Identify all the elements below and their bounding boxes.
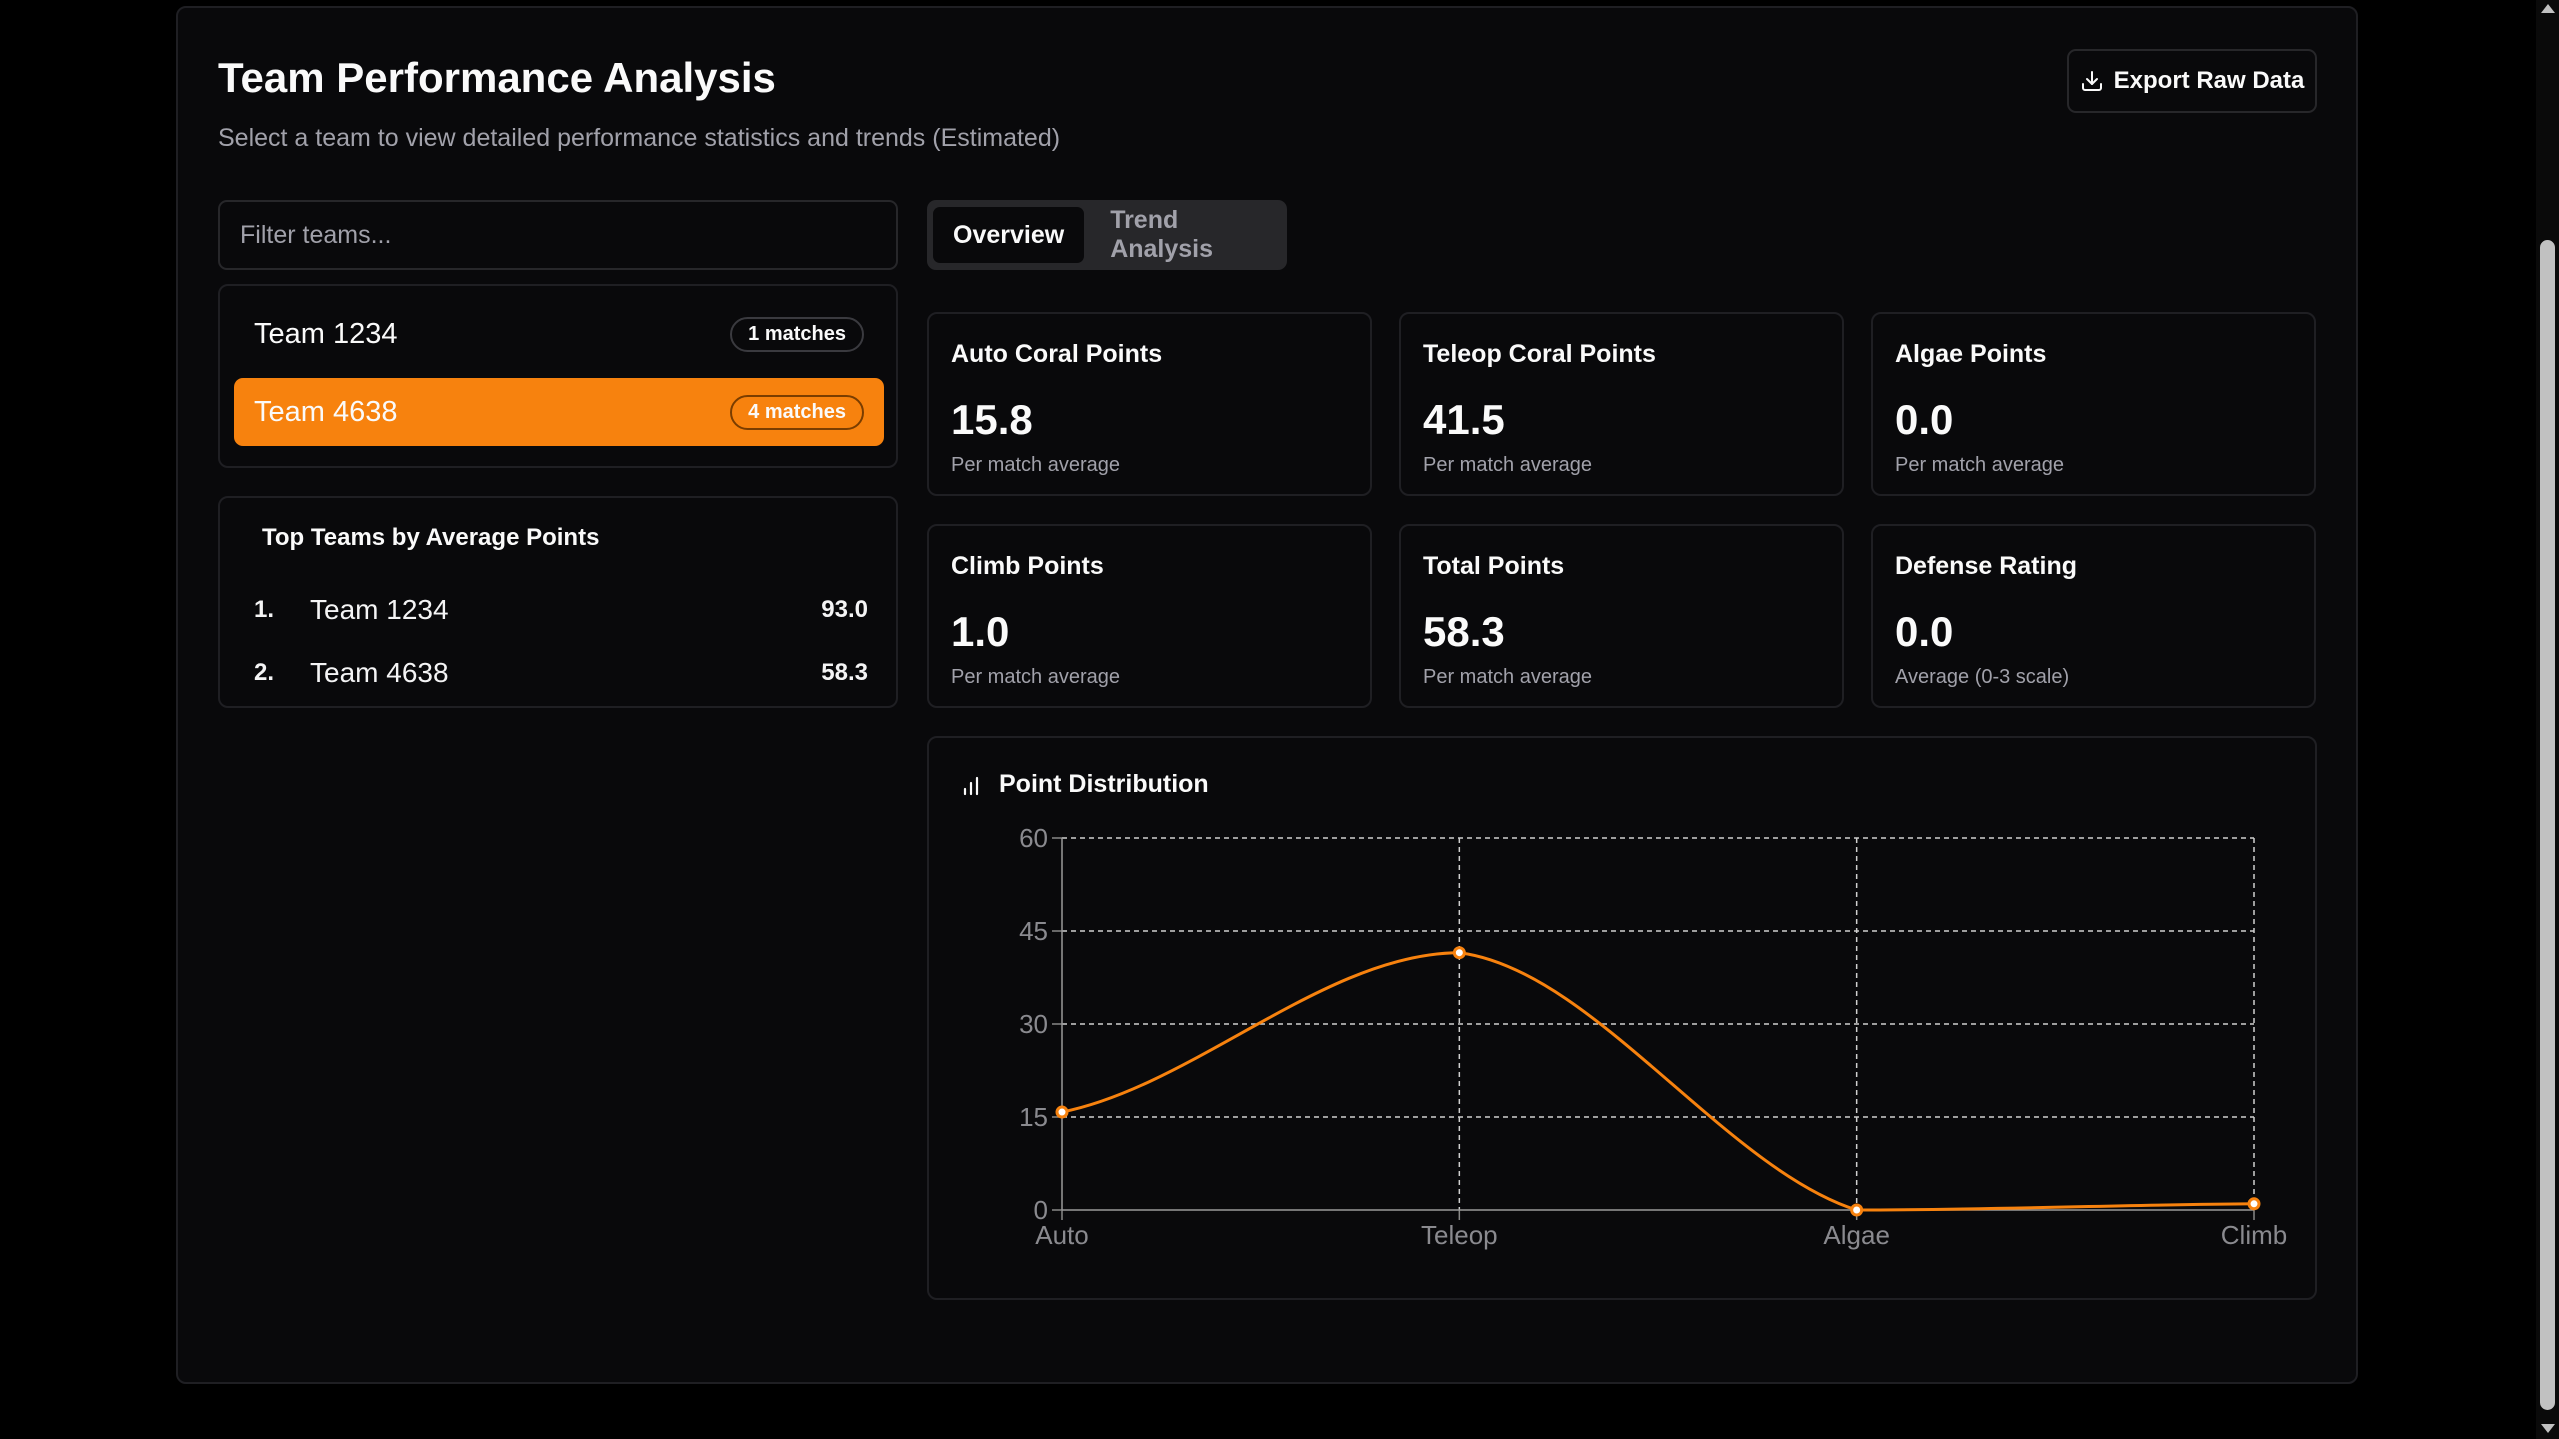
data-point [2247,1197,2261,1211]
match-count-badge: 1 matches [730,316,864,352]
download-icon [2081,71,2102,91]
ranking-row: 2. Team 4638 58.3 [254,653,868,693]
stat-label: Algae Points [1895,340,2047,368]
stat-card-defense: Defense Rating 0.0 Average (0-3 scale) [1871,524,2316,708]
team-name: Team 1234 [254,317,398,350]
export-raw-data-button[interactable]: Export Raw Data [2067,49,2317,113]
match-count-badge: 4 matches [730,394,864,430]
stat-label: Total Points [1423,552,1565,580]
rank-value: 58.3 [821,659,868,686]
team-list: Team 1234 1 matches Team 4638 4 matches [218,284,898,468]
page-subtitle: Select a team to view detailed performan… [218,124,1061,152]
scroll-thumb[interactable] [2540,240,2555,1410]
rank-team-name: Team 4638 [310,657,449,688]
x-tick-label: Algae [1823,1220,1890,1250]
stat-card-algae: Algae Points 0.0 Per match average [1871,312,2316,496]
top-teams-title: Top Teams by Average Points [262,524,600,551]
stat-label: Climb Points [951,552,1104,580]
stat-value: 15.8 [951,396,1033,443]
stat-value: 1.0 [951,608,1010,655]
stat-label: Auto Coral Points [951,340,1163,368]
stat-label: Defense Rating [1895,552,2077,580]
rank-team-name: Team 1234 [310,594,449,625]
stat-note: Per match average [1895,454,2064,476]
export-label: Export Raw Data [2113,67,2305,94]
team-name: Team 4638 [254,395,398,428]
data-point [1055,1105,1069,1119]
rank-number: 1. [254,596,275,623]
stat-note: Average (0-3 scale) [1895,666,2070,688]
stat-value: 41.5 [1423,396,1505,443]
x-tick-label: Climb [2221,1220,2287,1250]
y-tick-label: 45 [1019,916,1048,946]
rank-number: 2. [254,659,275,686]
team-filter-input[interactable] [218,200,898,270]
team-item-1234[interactable]: Team 1234 1 matches [234,300,884,368]
series-line [1061,951,2255,1212]
stat-value: 0.0 [1895,608,1954,655]
x-tick-label: Teleop [1421,1220,1498,1250]
stat-label: Teleop Coral Points [1423,340,1656,368]
stat-value: 58.3 [1423,608,1505,655]
y-tick-label: 30 [1019,1009,1048,1039]
stat-value: 0.0 [1895,396,1954,443]
scroll-up-arrow[interactable] [2541,4,2555,13]
stat-note: Per match average [951,454,1120,476]
point-distribution-card: Point Distribution 0 15 30 45 60 Auto Teleop Al… [927,736,2317,1300]
stat-note: Per match average [951,666,1120,688]
scroll-down-arrow[interactable] [2541,1424,2555,1433]
stat-card-auto-coral: Auto Coral Points 15.8 Per match average [927,312,1372,496]
view-tabs: Overview Trend Analysis [927,200,1287,270]
tab-overview[interactable]: Overview [933,207,1085,263]
stat-card-teleop-coral: Teleop Coral Points 41.5 Per match avera… [1399,312,1844,496]
rank-value: 93.0 [821,596,868,623]
data-point [1850,1203,1864,1217]
stat-card-climb: Climb Points 1.0 Per match average [927,524,1372,708]
stat-note: Per match average [1423,454,1592,476]
ranking-row: 1. Team 1234 93.0 [254,590,868,630]
stat-card-total: Total Points 58.3 Per match average [1399,524,1844,708]
tab-trend-analysis[interactable]: Trend Analysis [1090,206,1281,263]
page-scrollbar[interactable] [2536,0,2559,1439]
top-teams-card: Top Teams by Average Points 1. Team 1234… [218,496,898,708]
y-tick-label: 60 [1019,823,1048,853]
team-item-4638[interactable]: Team 4638 4 matches [234,378,884,446]
y-tick-label: 15 [1019,1102,1048,1132]
x-tick-label: Auto [1035,1220,1089,1250]
point-distribution-chart: 015304560Auto Teleop Algae Climb [1019,823,2287,1250]
data-point [1452,946,1466,960]
stat-note: Per match average [1423,666,1592,688]
page-title: Team Performance Analysis [218,54,776,101]
